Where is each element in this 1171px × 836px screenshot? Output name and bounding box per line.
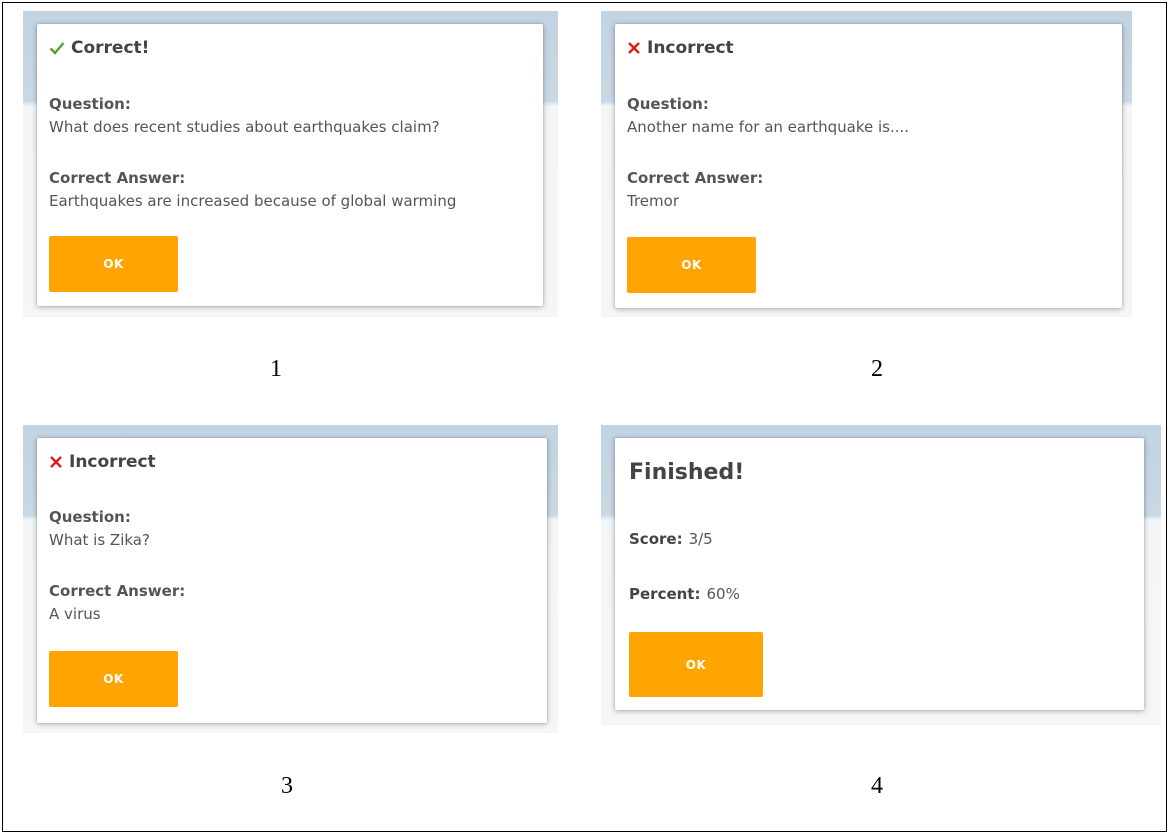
score-value: 3/5 — [688, 530, 713, 548]
result-dialog: Incorrect Question: What is Zika? Correc… — [37, 438, 547, 723]
answer-label: Correct Answer: — [627, 169, 764, 187]
score-label: Score: — [629, 530, 683, 548]
result-dialog: Correct! Question: What does recent stud… — [37, 24, 543, 306]
caption-4: 4 — [871, 773, 883, 799]
status-text: Incorrect — [647, 38, 734, 58]
caption-2: 2 — [871, 356, 883, 382]
percent-row: Percent: 60% — [629, 585, 740, 603]
question-label: Question: — [627, 95, 709, 113]
ok-button[interactable]: OK — [49, 236, 178, 292]
status-text: Correct! — [71, 38, 150, 58]
screenshot-2: Incorrect Question: Another name for an … — [601, 11, 1132, 317]
caption-3: 3 — [281, 773, 293, 799]
answer-text: Tremor — [627, 192, 679, 210]
question-text: What is Zika? — [49, 531, 150, 549]
ok-button[interactable]: OK — [629, 632, 763, 697]
answer-text: A virus — [49, 605, 101, 623]
finished-dialog: Finished! Score: 3/5 Percent: 60% OK — [615, 438, 1144, 710]
percent-value: 60% — [706, 585, 740, 603]
ok-button[interactable]: OK — [49, 651, 178, 707]
dialog-title: Correct! — [49, 38, 149, 58]
question-text: Another name for an earthquake is.... — [627, 118, 910, 136]
dialog-title: Incorrect — [49, 452, 156, 472]
result-dialog: Incorrect Question: Another name for an … — [615, 24, 1122, 308]
check-icon — [49, 41, 65, 55]
screenshot-1: Correct! Question: What does recent stud… — [23, 11, 558, 317]
question-text: What does recent studies about earthquak… — [49, 118, 440, 136]
answer-text: Earthquakes are increased because of glo… — [49, 192, 457, 210]
ok-button[interactable]: OK — [627, 237, 756, 293]
answer-label: Correct Answer: — [49, 169, 186, 187]
question-label: Question: — [49, 508, 131, 526]
figure-frame: Correct! Question: What does recent stud… — [2, 2, 1167, 832]
cross-icon — [49, 455, 63, 469]
answer-label: Correct Answer: — [49, 582, 186, 600]
screenshot-4: Finished! Score: 3/5 Percent: 60% OK — [601, 425, 1161, 725]
question-label: Question: — [49, 95, 131, 113]
screenshot-3: Incorrect Question: What is Zika? Correc… — [23, 425, 558, 733]
percent-label: Percent: — [629, 585, 701, 603]
caption-1: 1 — [270, 356, 282, 382]
score-row: Score: 3/5 — [629, 530, 713, 548]
dialog-title: Incorrect — [627, 38, 734, 58]
cross-icon — [627, 41, 641, 55]
status-text: Incorrect — [69, 452, 156, 472]
finished-title: Finished! — [629, 460, 745, 485]
